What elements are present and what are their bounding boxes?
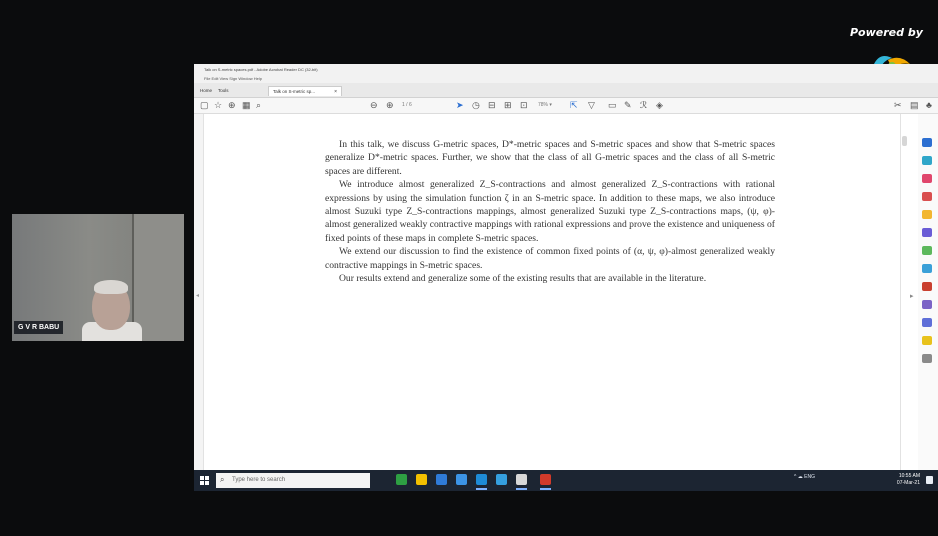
fill-sign-icon[interactable] [922,246,932,255]
search-icon: ⌕ [220,475,225,484]
comment-panel-icon[interactable]: ▤ [910,100,919,111]
taskbar-search-input[interactable]: Type here to search [216,473,370,488]
stamp-icon[interactable]: ◈ [656,100,663,111]
sign-icon[interactable]: ℛ [640,100,647,111]
app-icon[interactable] [516,474,527,485]
edge-icon[interactable] [456,474,467,485]
task-view-icon[interactable] [396,474,407,485]
fit-page-icon[interactable]: ⊡ [520,100,528,111]
chevron-right-icon[interactable]: ▸ [910,292,914,300]
export-pdf-icon[interactable] [922,174,932,183]
comment-icon[interactable]: ▭ [608,100,617,111]
select-tool-icon[interactable]: ⇱ [570,100,578,111]
file-explorer-icon[interactable] [416,474,427,485]
tab-document-label: Talk on S-metric sp... [273,89,316,94]
paragraph: Our results extend and generalize some o… [339,273,707,285]
participant-hair [94,280,128,294]
next-page-icon[interactable]: ⊕ [386,100,394,111]
paragraph: We introduce almost generalized Z_S-cont… [325,179,775,244]
organize-pages-icon[interactable] [922,192,932,201]
page-indicator[interactable]: 1 / 6 [402,102,412,108]
search-icon[interactable]: ⌕ [256,100,261,111]
powered-by-label: Powered by [850,26,923,39]
top-black-bar [0,0,938,14]
clock-time: 10:55 AM [898,473,920,479]
edit-icon[interactable]: ✂ [894,100,902,111]
tab-document[interactable]: Talk on S-metric sp... × [268,86,342,96]
share-icon[interactable]: ♣ [926,100,932,111]
upload-icon[interactable]: ⊕ [228,100,236,111]
paragraph: In this talk, we discuss G-metric spaces… [325,139,775,177]
tab-home[interactable]: Home [200,86,212,96]
windows-taskbar: Type here to search ⌕ ^ ☁ ENG 10:55 AM 0… [194,470,938,491]
chrome-icon[interactable] [496,474,507,485]
pdf-page-text: In this talk, we discuss G-metric spaces… [325,138,775,285]
acrobat-toolbar: ▢ ☆ ⊕ ▦ ⌕ ⊖ ⊕ 1 / 6 ➤ ◷ ⊟ ⊞ ⊡ 78% ▾ ⇱ ▽ … [194,98,938,114]
bookmark-icon[interactable]: ☆ [214,100,222,111]
shared-screen: Talk on S-metric spaces.pdf - Adobe Acro… [194,64,938,491]
notification-icon[interactable] [926,476,933,484]
filter-icon[interactable]: ▽ [588,100,595,111]
paragraph: We extend our discussion to find the exi… [325,246,775,271]
close-icon[interactable]: × [334,87,337,97]
zoom-level[interactable]: 78% ▾ [538,102,552,108]
participant-video: G V R BABU [12,214,184,341]
edit-pdf-icon[interactable] [922,156,932,165]
cursor-icon[interactable]: ➤ [456,100,464,111]
prev-page-icon[interactable]: ⊖ [370,100,378,111]
protect-icon[interactable] [922,228,932,237]
clock-date: 07-Mar-21 [896,480,920,486]
participant-name-tag: G V R BABU [14,321,64,334]
scrollbar-thumb[interactable] [902,136,907,146]
scan-icon[interactable] [922,318,932,327]
active-indicator [516,488,527,490]
hand-icon[interactable]: ◷ [472,100,480,111]
system-tray[interactable]: ^ ☁ ENG [794,474,815,480]
send-icon[interactable] [922,264,932,273]
stamp-tool-icon[interactable] [922,336,932,345]
save-icon[interactable]: ▢ [200,100,209,111]
chevron-left-icon[interactable]: ◂ [196,292,199,299]
window-title-bar: Talk on S-metric spaces.pdf - Adobe Acro… [194,64,938,75]
acrobat-icon[interactable] [540,474,551,485]
zoom-in-icon[interactable]: ⊞ [504,100,512,111]
print-icon[interactable]: ▦ [242,100,251,111]
windows-start-icon[interactable] [200,476,209,485]
mail-icon[interactable] [436,474,447,485]
video-door [132,214,184,341]
compare-icon[interactable] [922,300,932,309]
more-tools-icon[interactable] [922,354,932,363]
comment-tool-icon[interactable] [922,210,932,219]
meeting-app-icon[interactable] [476,474,487,485]
menu-bar[interactable]: File Edit View Sign Window Help [194,75,938,83]
zoom-out-icon[interactable]: ⊟ [488,100,496,111]
active-indicator [540,488,551,490]
tab-tools[interactable]: Tools [218,86,229,96]
active-indicator [476,488,487,490]
redact-icon[interactable] [922,282,932,291]
panel-divider [900,114,901,470]
create-pdf-icon[interactable] [922,138,932,147]
tab-bar: Home Tools Talk on S-metric sp... × S T … [194,83,938,115]
pen-icon[interactable]: ✎ [624,100,632,111]
taskbar-clock[interactable]: 10:55 AM 07-Mar-21 [888,473,920,487]
right-tools-panel [918,114,938,470]
